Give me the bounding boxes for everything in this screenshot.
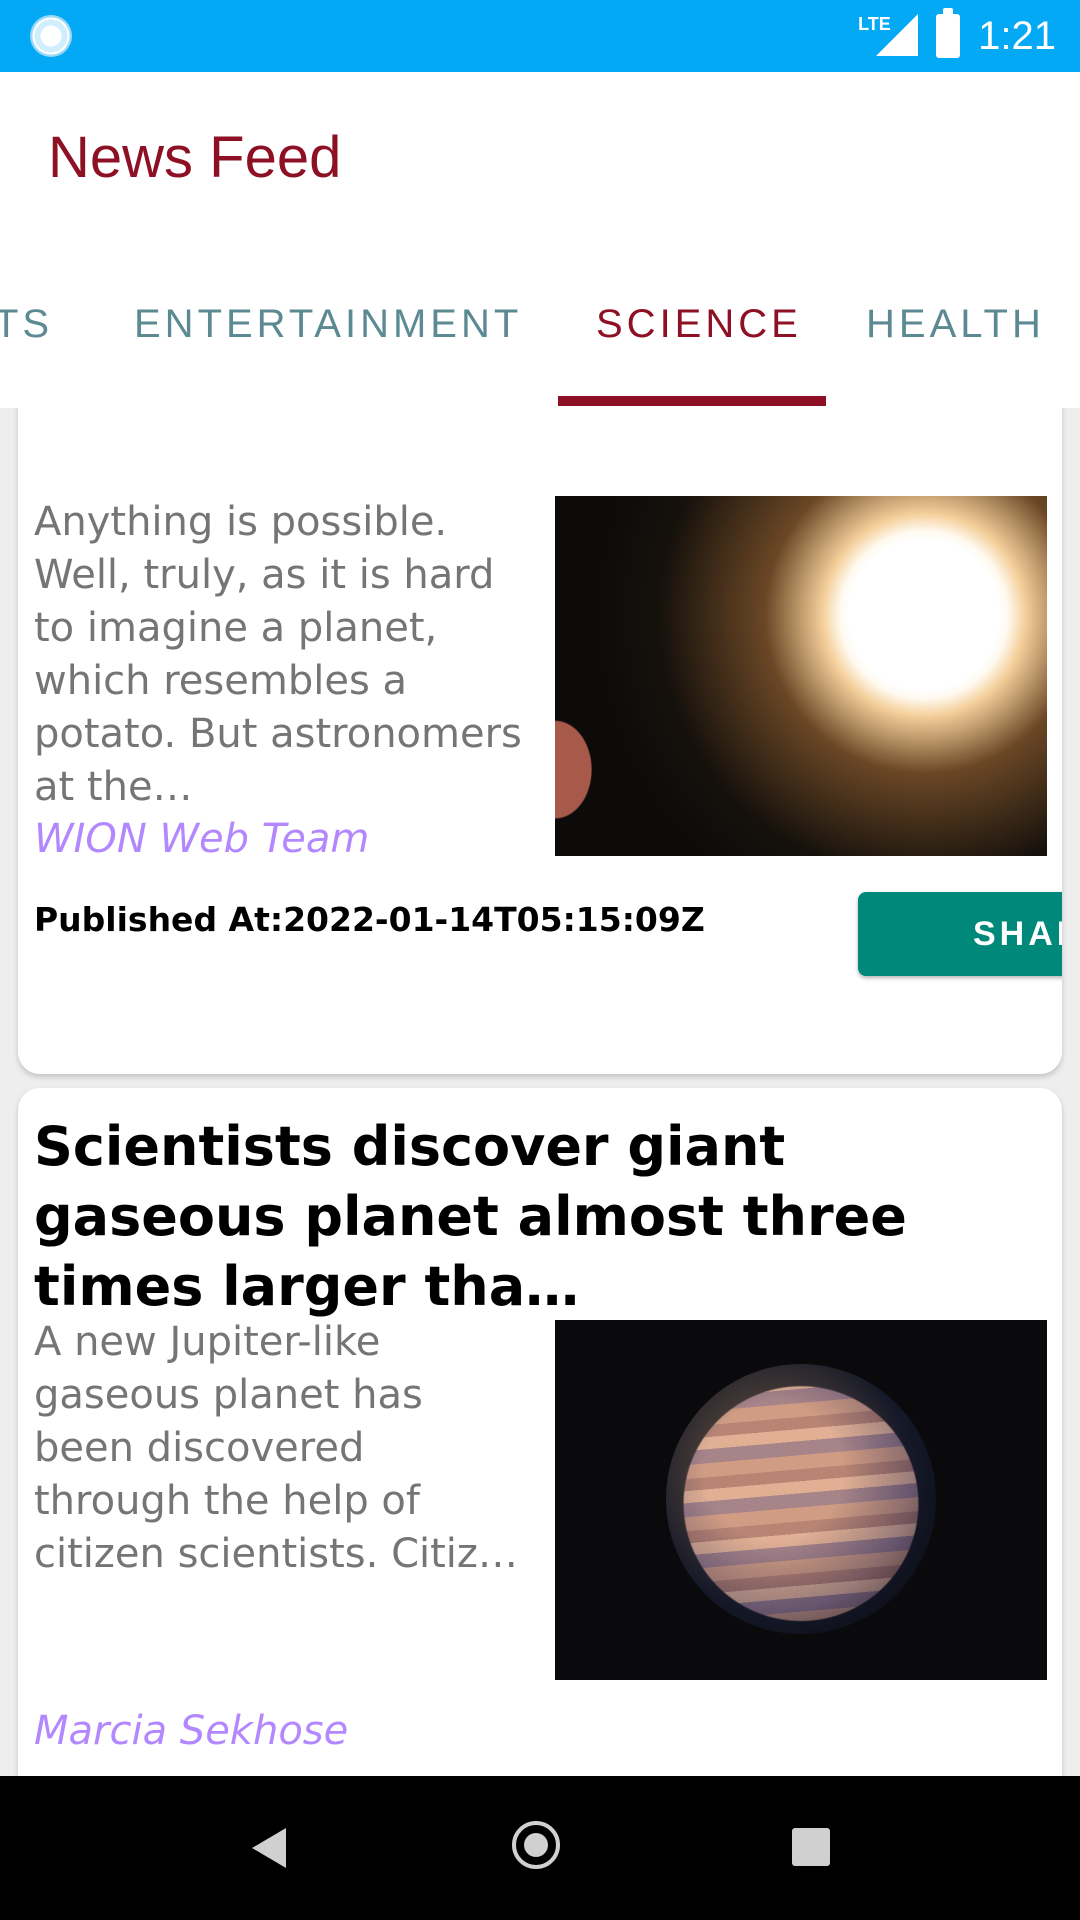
status-icons: LTE 1:21 (858, 0, 1056, 72)
article-author: Marcia Sekhose (34, 1708, 349, 1754)
news-card[interactable]: Scientists discover giant gaseous planet… (18, 1088, 1062, 1776)
clock: 1:21 (978, 13, 1056, 58)
news-card[interactable]: Anything is possible. Well, truly, as it… (18, 408, 1062, 1074)
planet-shading (666, 1364, 936, 1634)
status-bar: LTE 1:21 (0, 0, 1080, 72)
share-button[interactable]: SHARE (858, 892, 1062, 976)
article-image[interactable] (555, 1320, 1047, 1680)
page-title: News Feed (48, 125, 342, 190)
article-image[interactable] (555, 496, 1047, 856)
category-tabs: TS ENTERTAINMENT SCIENCE HEALTH (0, 232, 1080, 408)
article-title[interactable]: Scientists discover giant gaseous planet… (34, 1112, 1046, 1322)
tab-science[interactable]: SCIENCE (596, 302, 802, 347)
article-description: A new Jupiter-like gaseous planet has be… (34, 1319, 518, 1577)
article-published-date: Published At:2022-01-14T05:15:09Z (34, 900, 705, 939)
article-description: Anything is possible. Well, truly, as it… (34, 499, 522, 810)
lte-signal-icon: LTE (858, 12, 919, 60)
app-bar: News Feed (0, 72, 1080, 232)
back-icon[interactable] (252, 1828, 286, 1868)
recents-icon[interactable] (792, 1828, 830, 1866)
tab-entertainment[interactable]: ENTERTAINMENT (134, 302, 522, 347)
article-author: WION Web Team (34, 816, 370, 862)
home-icon[interactable] (512, 1821, 560, 1869)
battery-icon (936, 8, 961, 58)
active-tab-indicator (558, 396, 826, 406)
signal-strength-icon (876, 14, 919, 56)
sync-notification-icon (30, 15, 72, 57)
tab-health[interactable]: HEALTH (866, 302, 1045, 347)
tab-sports[interactable]: TS (0, 302, 53, 347)
system-navigation-bar (0, 1776, 1080, 1920)
news-feed-list[interactable]: Anything is possible. Well, truly, as it… (0, 408, 1080, 1776)
